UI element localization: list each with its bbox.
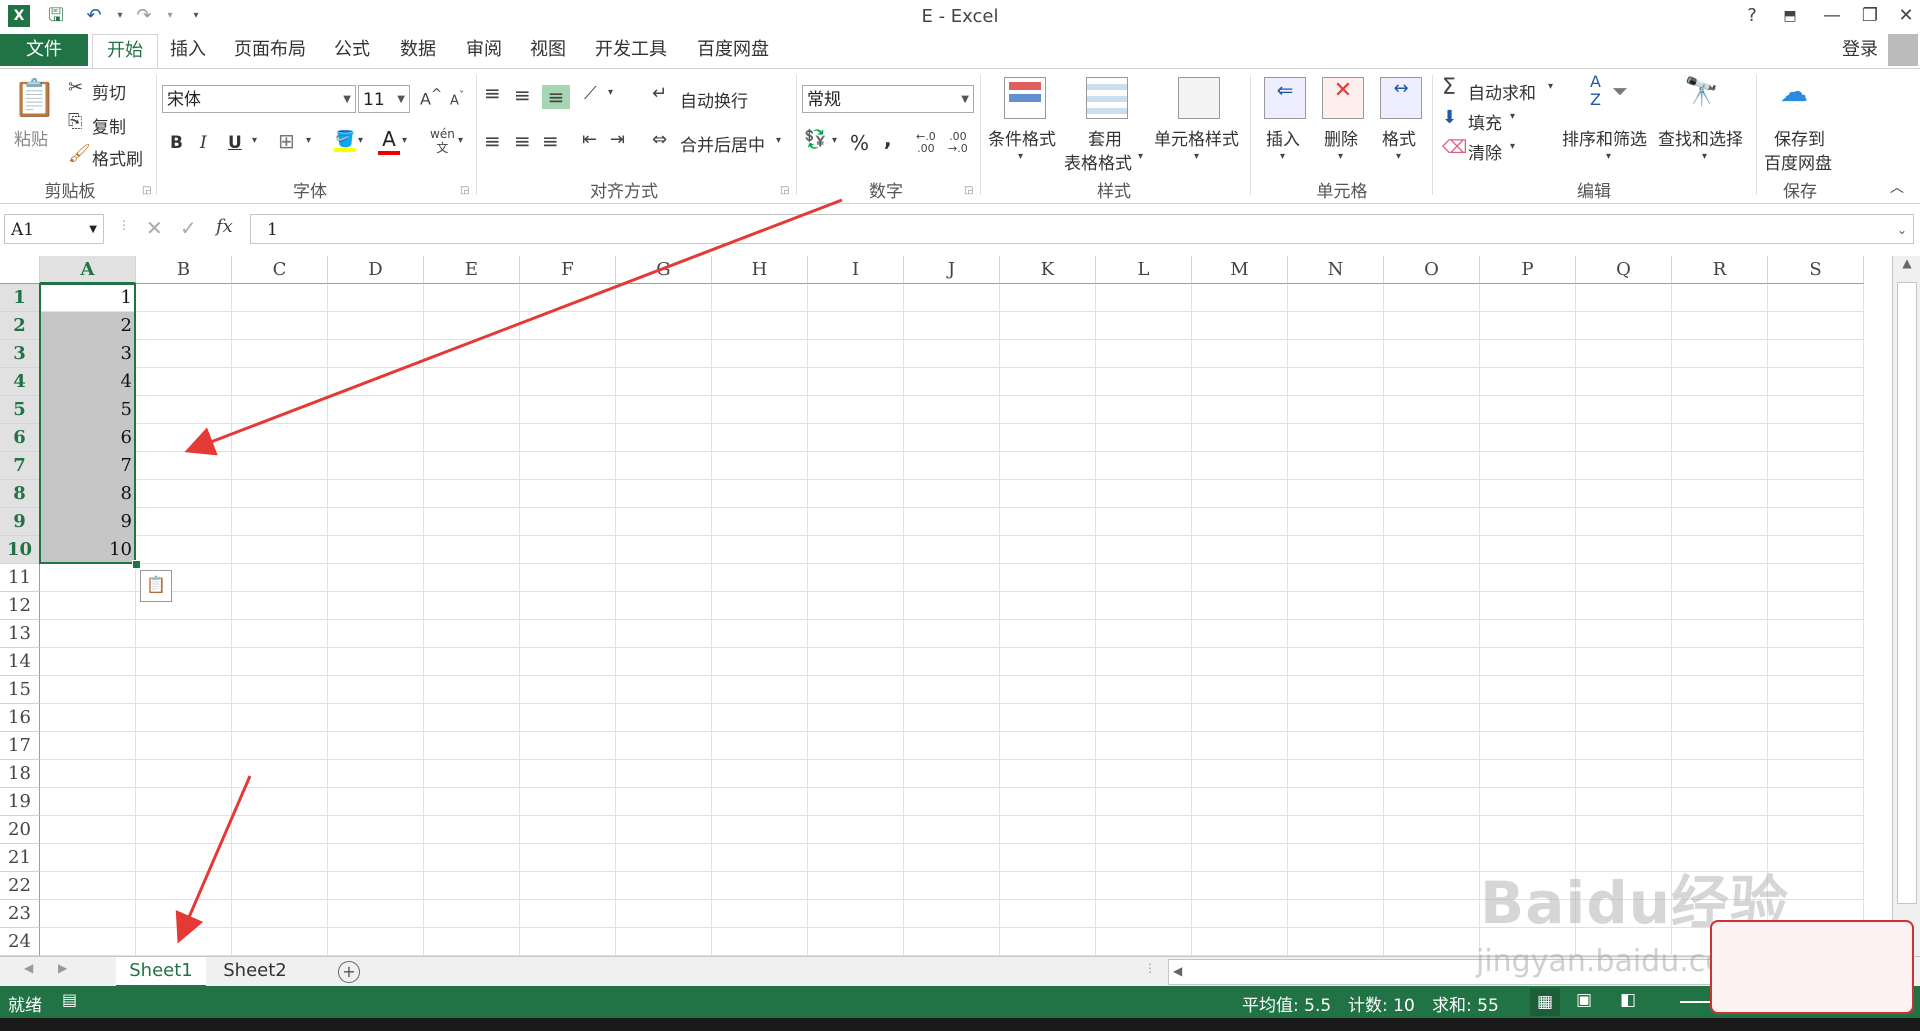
arrow-to-selection: [184, 198, 843, 456]
annotation-arrows: [175, 198, 843, 944]
arrow-to-sheet-tab: [175, 775, 252, 944]
